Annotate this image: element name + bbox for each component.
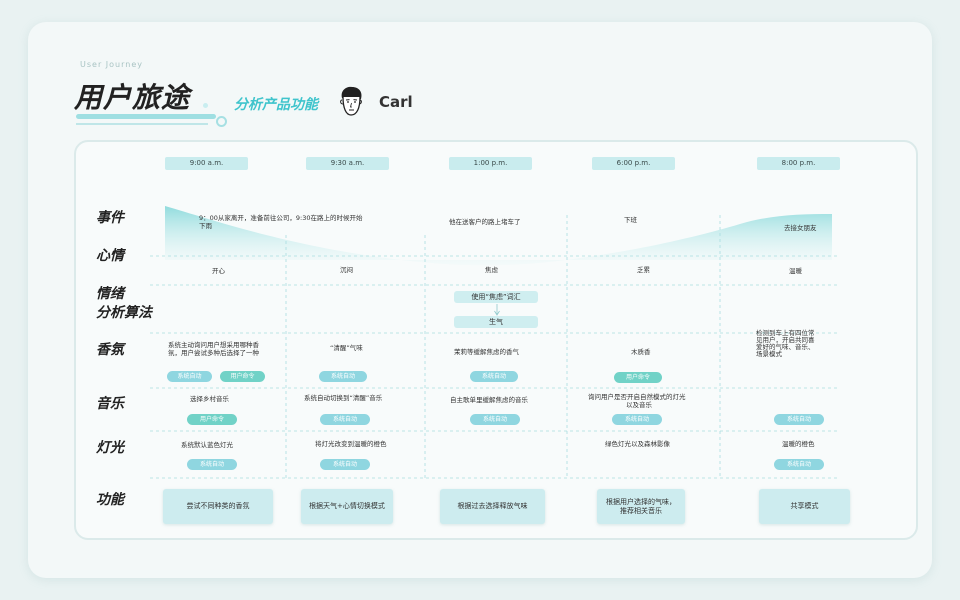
light-c2: 将灯光改变到温暖的橙色 [315,440,387,448]
scent-c3: 茉莉等缓解焦虑的香气 [454,348,519,356]
tag-light-c5-auto: 系统自动 [774,459,824,470]
scent-c2: “清醒”气味 [330,344,363,352]
row-label-feature: 功能 [96,492,124,508]
mood-c2: 沉闷 [340,266,353,274]
event-c4: 下班 [624,216,637,224]
tag-music-c2-auto: 系统自动 [320,414,370,425]
algorithm-step-2: 生气 [454,316,538,328]
mood-c3: 焦虑 [485,266,498,274]
tag-music-c5-auto: 系统自动 [774,414,824,425]
time-tag-5: 8:00 p.m. [757,157,840,170]
row-label-emotion-2: 分析算法 [96,305,152,321]
mood-c5: 温暖 [789,267,802,275]
time-tag-3: 1:00 p.m. [449,157,532,170]
light-c5: 温暖的橙色 [782,440,815,448]
scent-c5-line4: 场景模式 [756,350,782,358]
time-tag-4: 6:00 p.m. [592,157,675,170]
event-c1-line2: 下雨 [199,222,212,230]
tag-scent-c1-user: 用户命令 [220,371,265,382]
light-c1: 系统默认蓝色灯光 [181,441,233,449]
feature-c2: 根据天气+心情切换模式 [301,489,393,524]
event-c5: 去接女朋友 [784,224,817,232]
music-c2: 系统自动切换到“清醒”音乐 [304,394,383,402]
feature-c3: 根据过去选择释放气味 [440,489,545,524]
time-tag-2: 9:30 a.m. [306,157,389,170]
music-c1: 选择乡村音乐 [190,395,229,403]
event-c3: 他在送客户的路上堵车了 [449,218,521,226]
row-label-mood: 心情 [96,248,124,264]
event-c1-line1: 9：00从家离开，准备前往公司，9:30在路上的时候开始 [199,214,363,222]
row-label-emotion-1: 情绪 [96,286,124,302]
music-c4-line2: 以及音乐 [626,401,652,409]
feature-c5: 共享模式 [759,489,850,524]
algorithm-step-1: 使用“焦虑”词汇 [454,291,538,303]
row-label-scent: 香氛 [96,342,124,358]
row-label-light: 灯光 [96,440,124,456]
scent-c1-line1: 系统主动询问用户想采用哪种香 [168,341,259,349]
feature-c1: 尝试不同种类的香氛 [163,489,273,524]
tag-music-c3-auto: 系统自动 [470,414,520,425]
tag-scent-c4-user: 用户命令 [614,372,662,383]
mood-c4: 乏累 [637,266,650,274]
tag-music-c1-user: 用户命令 [187,414,237,425]
mood-c1: 开心 [212,267,225,275]
feature-c4-line2: 推荐相关音乐 [620,506,662,515]
scent-c1-line2: 氛，用户尝试多种后选择了一种 [168,349,259,357]
tag-light-c1-auto: 系统自动 [187,459,237,470]
row-label-event: 事件 [96,210,124,226]
tag-scent-c3-auto: 系统自动 [470,371,518,382]
row-label-music: 音乐 [96,396,124,412]
music-c3: 自主歌单里缓解焦虑的音乐 [450,396,528,404]
tag-light-c2-auto: 系统自动 [320,459,370,470]
tag-scent-c1-auto: 系统自动 [167,371,212,382]
scent-c4: 木质香 [631,348,651,356]
light-c4: 绿色灯光以及森林影像 [605,440,670,448]
feature-c4: 根据用户选择的气味， 推荐相关音乐 [597,489,685,524]
music-c4-line1: 询问用户是否开启自然模式的灯光 [588,393,686,401]
tag-music-c4-auto: 系统自动 [612,414,662,425]
tag-scent-c2-auto: 系统自动 [319,371,367,382]
time-tag-1: 9:00 a.m. [165,157,248,170]
feature-c4-line1: 根据用户选择的气味， [606,497,676,506]
